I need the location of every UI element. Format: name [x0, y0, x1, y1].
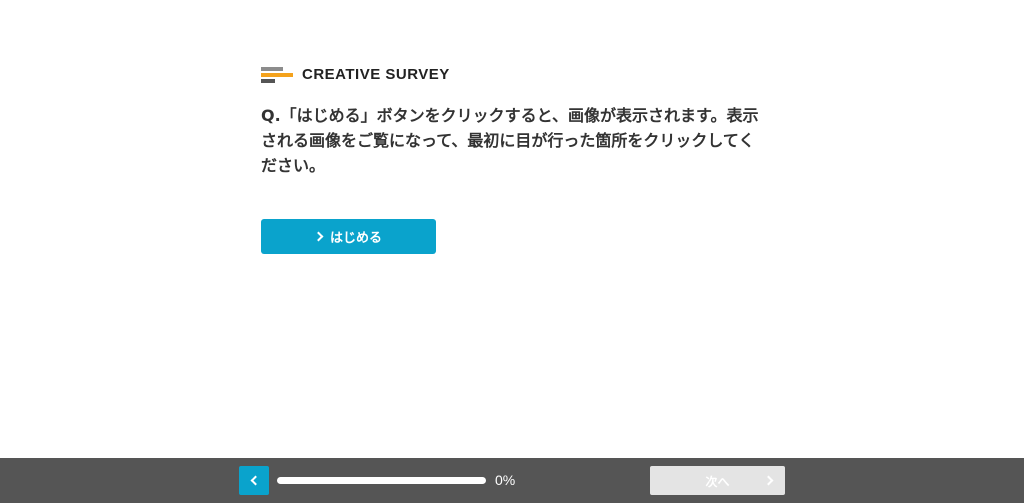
- question-text: Q.「はじめる」ボタンをクリックすると、画像が表示されます。表示される画像をご覧…: [261, 106, 759, 175]
- start-button-label: はじめる: [329, 231, 382, 246]
- creative-survey-logo: CREATIVE SURVEY: [261, 64, 761, 84]
- logo-bars-icon: [261, 65, 293, 83]
- survey-content: CREATIVE SURVEY Q.「はじめる」ボタンをクリックすると、画像が表…: [261, 64, 761, 178]
- footer-bar: 0% 次へ: [0, 458, 1024, 503]
- start-button[interactable]: はじめる: [261, 219, 436, 254]
- back-button[interactable]: [239, 466, 269, 495]
- chevron-right-icon: [313, 231, 324, 242]
- survey-page: CREATIVE SURVEY Q.「はじめる」ボタンをクリックすると、画像が表…: [0, 0, 1024, 503]
- next-button[interactable]: 次へ: [650, 466, 785, 495]
- chevron-left-icon: [250, 475, 261, 486]
- progress-label: 0%: [495, 472, 516, 488]
- logo-text: CREATIVE SURVEY: [302, 65, 450, 83]
- progress-bar: [277, 477, 486, 484]
